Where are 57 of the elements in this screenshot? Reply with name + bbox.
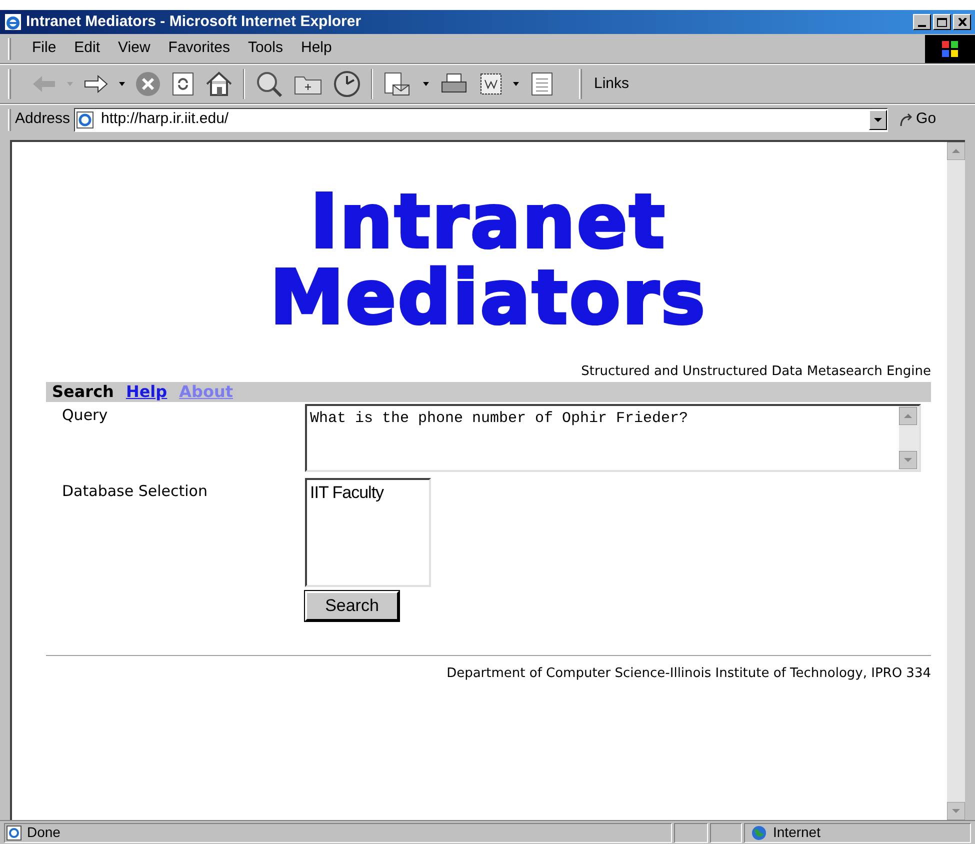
scroll-down-icon[interactable] bbox=[899, 450, 917, 468]
footer-text: Department of Computer Science-Illinois Institute of Technology, IPRO 334 bbox=[446, 664, 931, 682]
windows-flag-icon bbox=[940, 40, 960, 58]
browser-logo-icon bbox=[4, 13, 22, 31]
menu-item[interactable]: Help bbox=[294, 37, 339, 60]
query-textarea[interactable]: What is the phone number of Ophir Frieder? bbox=[305, 404, 921, 472]
search-icon[interactable] bbox=[255, 70, 283, 98]
status-panel bbox=[674, 822, 708, 842]
caret-icon bbox=[874, 118, 882, 122]
query-label: Query bbox=[61, 404, 109, 426]
zone-text: Internet bbox=[773, 823, 820, 842]
menu-item[interactable]: Edit bbox=[67, 37, 108, 60]
site-heading: Intranet bbox=[310, 184, 667, 260]
caret-icon[interactable] bbox=[119, 82, 125, 86]
document-icon[interactable] bbox=[479, 72, 503, 96]
close-button[interactable] bbox=[953, 14, 971, 30]
page-icon bbox=[5, 824, 23, 840]
address-field[interactable]: http://harp.ir.iit.edu/ bbox=[74, 108, 888, 132]
maximize-icon bbox=[937, 18, 947, 26]
query-text: What is the phone number of Ophir Frieder? bbox=[309, 408, 690, 428]
minimize-button[interactable] bbox=[913, 14, 931, 30]
clock-icon[interactable] bbox=[333, 70, 361, 98]
address-value: http://harp.ir.iit.edu/ bbox=[101, 109, 230, 130]
menu-item[interactable]: File bbox=[25, 37, 64, 60]
nav-link[interactable]: Help bbox=[126, 380, 168, 404]
notepad-icon[interactable] bbox=[529, 71, 555, 97]
window-title: Intranet Mediators - Microsoft Internet Explorer bbox=[26, 12, 362, 32]
stop-icon[interactable] bbox=[135, 71, 161, 97]
minimize-icon bbox=[918, 25, 926, 27]
menu-item[interactable]: Favorites bbox=[161, 37, 237, 60]
maximize-button[interactable] bbox=[933, 14, 951, 30]
links-label[interactable]: Links bbox=[594, 72, 630, 96]
close-icon bbox=[958, 18, 966, 26]
site-heading: Mediators bbox=[270, 260, 707, 336]
tagline: Structured and Unstructured Data Metasearch Engine bbox=[581, 363, 931, 381]
status-text: Done bbox=[27, 823, 60, 842]
status-panel bbox=[710, 822, 742, 842]
page-icon bbox=[75, 110, 96, 128]
menu-item[interactable]: Tools bbox=[240, 37, 290, 60]
search-button[interactable]: Search bbox=[305, 590, 399, 620]
menu-item[interactable]: View bbox=[111, 37, 158, 60]
scrollbar[interactable] bbox=[899, 406, 919, 470]
database-listbox[interactable]: IIT Faculty bbox=[305, 478, 431, 586]
forward-arrow-icon[interactable] bbox=[83, 74, 109, 94]
caret-icon[interactable] bbox=[513, 82, 519, 86]
curved-arrow-icon bbox=[898, 112, 914, 128]
refresh-icon[interactable] bbox=[171, 71, 195, 97]
globe-icon bbox=[751, 824, 767, 840]
address-label: Address bbox=[15, 109, 70, 130]
database-option[interactable]: IIT Faculty bbox=[307, 480, 429, 505]
current-page-label: Search bbox=[52, 380, 114, 402]
caret-icon[interactable] bbox=[423, 82, 429, 86]
database-label: Database Selection bbox=[61, 480, 208, 502]
go-button[interactable]: Go bbox=[898, 108, 936, 131]
home-icon[interactable] bbox=[205, 71, 233, 97]
scroll-up-icon[interactable] bbox=[899, 406, 917, 424]
dropdown-button[interactable] bbox=[869, 110, 888, 130]
